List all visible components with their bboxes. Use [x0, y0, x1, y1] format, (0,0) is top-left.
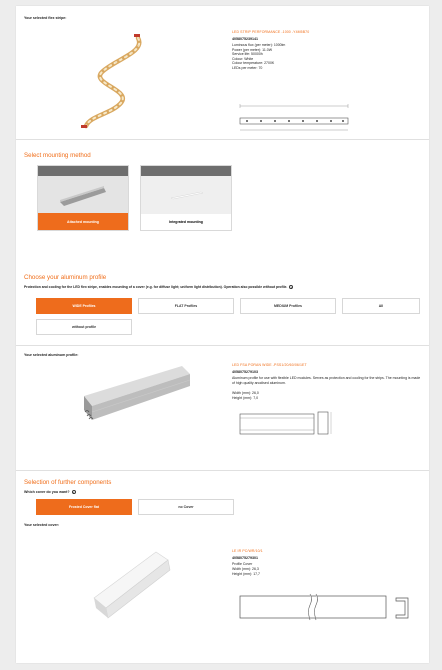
mounting-option-label: Integrated mounting: [169, 219, 203, 224]
cover-type: Profile Cover: [232, 562, 253, 566]
strip-section-label: Your selected flex stripe:: [24, 16, 67, 20]
mounting-option-integrated[interactable]: Integrated mounting: [140, 165, 232, 231]
strip-product-name: LED STRIP PERFORMANCE -1000 -Y4M5B70: [232, 30, 310, 34]
profile-filter-medium[interactable]: MEDIUM Profiles: [240, 298, 336, 314]
strip-article-number: 4058075239141: [232, 37, 258, 41]
strip-technical-drawing: [239, 104, 349, 131]
profile-description-text: Aluminum profile for use with flexible L…: [232, 376, 421, 385]
profile-filter-wide[interactable]: WIDE Profiles: [36, 298, 132, 314]
cover-specs: Width (mm): 26,3 Height (mm): 17,7: [232, 567, 260, 576]
info-icon[interactable]: i: [289, 285, 294, 290]
led-strip-image: [81, 34, 142, 129]
mounting-option-attached[interactable]: Attached mounting: [37, 165, 129, 231]
profile-filter-all[interactable]: All: [342, 298, 420, 314]
cover-article-number: 4058075279301: [232, 556, 258, 560]
cover-product-name: LE IR PC/WR/10/1: [232, 549, 263, 553]
cover-spec: Width (mm): 26,3: [232, 567, 259, 571]
integrated-mounting-image: [141, 166, 231, 214]
profile-spec: Width (mm): 26,0: [232, 391, 259, 395]
mounting-title: Select mounting method: [24, 152, 91, 159]
profile-technical-drawing: [239, 411, 332, 435]
profile-specs: Width (mm): 26,0 Height (mm): 7,0: [232, 391, 259, 400]
profile-description-row: Protection and cooling for the LED flex …: [24, 285, 424, 290]
cover-question-row: Which cover do you want? i: [24, 490, 76, 495]
profile-filter-none[interactable]: without profile: [36, 319, 132, 335]
strip-spec: Luminous flux (per meter): 1000lm: [232, 43, 286, 47]
strip-spec: LEDs per meter: 70: [232, 65, 263, 70]
profile-filter-flat[interactable]: FLAT Profiles: [138, 298, 234, 314]
selected-profile-label: Your selected aluminum profile:: [24, 353, 79, 357]
mounting-option-label: Attached mounting: [38, 213, 128, 230]
cover-option-none[interactable]: no Cover: [138, 499, 234, 515]
cover-technical-drawing: [239, 593, 409, 621]
profile-description: Protection and cooling for the LED flex …: [24, 285, 288, 289]
profile-spec: Height (mm): 7,0: [232, 395, 259, 400]
attached-mounting-image: [38, 166, 128, 214]
strip-specs: Luminous flux (per meter): 1000lm Power …: [232, 43, 285, 71]
profile-article-number: 4058075279103: [232, 370, 258, 374]
profile-product-name: LED FSA PORAN WIDE -PSS1/20/60/06/1ET: [232, 363, 307, 367]
aluminum-profile-image: [84, 366, 191, 420]
profile-title: Choose your aluminum profile: [24, 274, 107, 281]
cover-image: [93, 551, 171, 619]
cover-option-frosted-flat[interactable]: Frosted Cover flat: [36, 499, 132, 515]
cover-spec: Height (mm): 17,7: [232, 571, 261, 576]
cover-question: Which cover do you want?: [24, 490, 70, 494]
components-title: Selection of further components: [24, 479, 112, 486]
info-icon[interactable]: i: [71, 490, 76, 495]
selected-cover-label: Your selected cover:: [24, 523, 60, 527]
configurator-page: Your selected flex stripe: LED STRIP PER…: [16, 6, 429, 663]
